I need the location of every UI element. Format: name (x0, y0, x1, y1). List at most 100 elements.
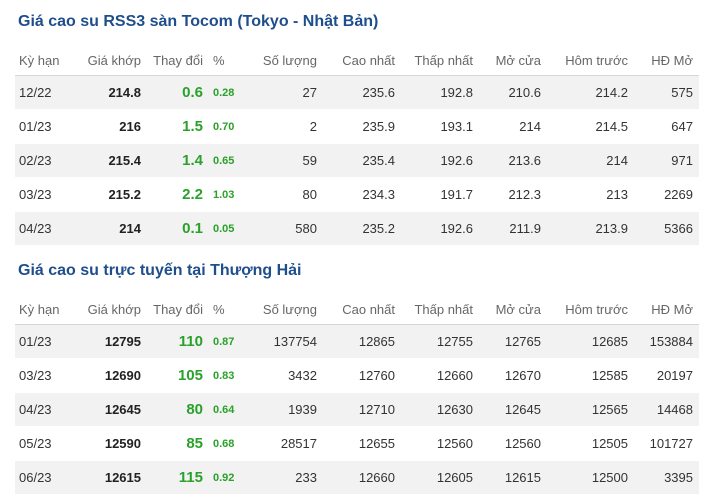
column-header-prev-close: Hôm trước (547, 294, 634, 325)
cell-prev-close: 213.9 (547, 211, 634, 246)
cell-open-interest: 20197 (634, 358, 699, 393)
cell-percent: 0.64 (209, 392, 245, 427)
cell-change: 115 (147, 460, 209, 495)
cell-low: 12560 (401, 426, 479, 461)
cell-open: 211.9 (479, 211, 547, 246)
cell-match-price: 12795 (77, 324, 147, 359)
cell-term: 04/23 (15, 392, 77, 427)
column-header-match-price: Giá khớp (77, 45, 147, 76)
cell-low: 193.1 (401, 109, 479, 144)
cell-low: 192.6 (401, 211, 479, 246)
column-header-open-interest: HĐ Mở (634, 45, 699, 76)
table-row: 02/23 215.4 1.4 0.65 59 235.4 192.6 213.6 214 971 (15, 143, 699, 178)
cell-open-interest: 575 (634, 75, 699, 110)
cell-high: 12660 (323, 460, 401, 495)
cell-high: 12865 (323, 324, 401, 359)
cell-low: 192.6 (401, 143, 479, 178)
column-header-percent: % (209, 45, 245, 76)
cell-prev-close: 213 (547, 177, 634, 212)
cell-high: 235.2 (323, 211, 401, 246)
cell-open: 12765 (479, 324, 547, 359)
column-header-percent: % (209, 294, 245, 325)
price-table-shanghai: Kỳ hạn Giá khớp Thay đổi% Số lượng Cao nhất T… (15, 294, 699, 495)
cell-volume: 3432 (245, 358, 323, 393)
cell-match-price: 214 (77, 211, 147, 246)
cell-open-interest: 3395 (634, 460, 699, 495)
cell-open-interest: 5366 (634, 211, 699, 246)
cell-change: 0.6 (147, 75, 209, 110)
cell-term: 01/23 (15, 324, 77, 359)
cell-low: 191.7 (401, 177, 479, 212)
cell-percent: 0.28 (209, 75, 245, 110)
column-header-open: Mở cửa (479, 45, 547, 76)
cell-high: 235.4 (323, 143, 401, 178)
column-header-volume: Số lượng (245, 45, 323, 76)
table-row: 05/23 12590 85 0.68 28517 12655 12560 12560 1250… (15, 426, 699, 461)
cell-prev-close: 214 (547, 143, 634, 178)
column-header-prev-close: Hôm trước (547, 45, 634, 76)
table-row: 12/22 214.8 0.6 0.28 27 235.6 192.8 210.6 214.2 5… (15, 75, 699, 110)
cell-open: 12615 (479, 460, 547, 495)
cell-term: 12/22 (15, 75, 77, 110)
cell-change: 105 (147, 358, 209, 393)
cell-high: 235.6 (323, 75, 401, 110)
table-header-row: Kỳ hạn Giá khớp Thay đổi% Số lượng Cao nhất T… (15, 45, 699, 76)
column-header-high: Cao nhất (323, 294, 401, 325)
cell-prev-close: 12585 (547, 358, 634, 393)
cell-change: 2.2 (147, 177, 209, 212)
cell-match-price: 12645 (77, 392, 147, 427)
cell-open: 12560 (479, 426, 547, 461)
cell-change: 85 (147, 426, 209, 461)
column-header-term: Kỳ hạn (15, 294, 77, 325)
table-row: 04/23 12645 80 0.64 1939 12710 12630 12645 12565… (15, 392, 699, 427)
cell-percent: 0.83 (209, 358, 245, 393)
cell-high: 12760 (323, 358, 401, 393)
table-header-row: Kỳ hạn Giá khớp Thay đổi% Số lượng Cao nhất T… (15, 294, 699, 325)
column-header-low: Thấp nhất (401, 45, 479, 76)
cell-term: 03/23 (15, 358, 77, 393)
cell-term: 06/23 (15, 460, 77, 495)
table-row: 04/23 214 0.1 0.05 580 235.2 192.6 211.9 213.9 53… (15, 211, 699, 246)
cell-change: 1.5 (147, 109, 209, 144)
section-title-shanghai: Giá cao su trực tuyến tại Thượng Hải (18, 262, 302, 279)
column-header-term: Kỳ hạn (15, 45, 77, 76)
cell-prev-close: 12685 (547, 324, 634, 359)
cell-open-interest: 101727 (634, 426, 699, 461)
cell-match-price: 12690 (77, 358, 147, 393)
cell-low: 12660 (401, 358, 479, 393)
cell-match-price: 12590 (77, 426, 147, 461)
cell-high: 234.3 (323, 177, 401, 212)
cell-open: 214 (479, 109, 547, 144)
cell-prev-close: 214.5 (547, 109, 634, 144)
cell-percent: 1.03 (209, 177, 245, 212)
cell-volume: 59 (245, 143, 323, 178)
cell-percent: 0.05 (209, 211, 245, 246)
table-row: 03/23 215.2 2.2 1.03 80 234.3 191.7 212.3 213 226… (15, 177, 699, 212)
cell-match-price: 215.4 (77, 143, 147, 178)
table-row: 01/23 216 1.5 0.70 2 235.9 193.1 214 214.5 647 (15, 109, 699, 144)
price-table-tocom: Kỳ hạn Giá khớp Thay đổi% Số lượng Cao nhất T… (15, 45, 699, 246)
cell-open: 12670 (479, 358, 547, 393)
cell-change: 80 (147, 392, 209, 427)
cell-low: 192.8 (401, 75, 479, 110)
cell-prev-close: 12500 (547, 460, 634, 495)
cell-prev-close: 12565 (547, 392, 634, 427)
cell-prev-close: 214.2 (547, 75, 634, 110)
cell-low: 12630 (401, 392, 479, 427)
cell-open-interest: 153884 (634, 324, 699, 359)
column-header-volume: Số lượng (245, 294, 323, 325)
cell-open: 210.6 (479, 75, 547, 110)
cell-match-price: 12615 (77, 460, 147, 495)
cell-term: 04/23 (15, 211, 77, 246)
cell-volume: 580 (245, 211, 323, 246)
cell-term: 01/23 (15, 109, 77, 144)
cell-percent: 0.92 (209, 460, 245, 495)
cell-term: 02/23 (15, 143, 77, 178)
cell-high: 12655 (323, 426, 401, 461)
cell-volume: 27 (245, 75, 323, 110)
cell-volume: 233 (245, 460, 323, 495)
column-header-low: Thấp nhất (401, 294, 479, 325)
cell-open: 12645 (479, 392, 547, 427)
column-header-high: Cao nhất (323, 45, 401, 76)
cell-change: 1.4 (147, 143, 209, 178)
